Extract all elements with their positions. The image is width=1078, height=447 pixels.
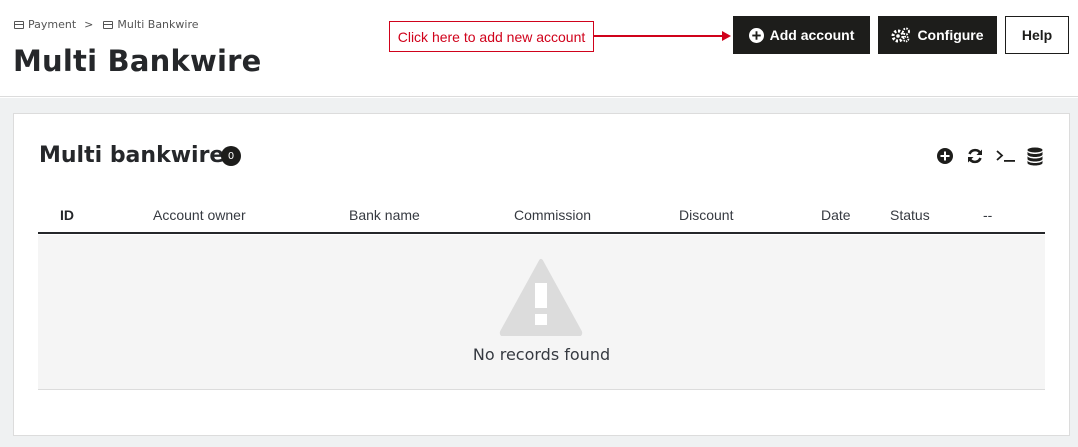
breadcrumb-item-payment[interactable]: Payment [28,18,76,31]
configure-button[interactable]: Configure [878,16,997,54]
column-header-bank-name[interactable]: Bank name [349,207,420,223]
column-header-discount[interactable]: Discount [679,207,733,223]
refresh-icon[interactable] [965,146,985,166]
record-count-badge: 0 [221,146,241,166]
help-label: Help [1021,27,1053,43]
table-header: ID Account owner Bank name Commission Di… [38,202,1045,234]
add-account-label: Add account [769,27,855,43]
database-icon[interactable] [1024,146,1046,166]
column-header-actions: -- [983,207,993,223]
configure-label: Configure [917,27,984,43]
breadcrumb-separator: > [84,18,94,31]
callout-arrow-line [594,35,726,37]
add-account-button[interactable]: Add account [733,16,870,54]
page-title: Multi Bankwire [13,44,262,78]
column-header-account-owner[interactable]: Account owner [153,207,246,223]
warning-icon [499,259,583,336]
terminal-icon[interactable] [994,146,1018,166]
gears-icon [891,27,911,43]
credit-card-icon [14,20,24,29]
column-header-commission[interactable]: Commission [514,207,591,223]
help-button[interactable]: Help [1005,16,1069,54]
callout-annotation: Click here to add new account [389,21,594,52]
add-circle-icon [748,27,764,43]
column-header-status[interactable]: Status [890,207,930,223]
page-header: Payment > Multi Bankwire Multi Bankwire … [0,0,1078,97]
credit-card-icon [103,20,114,29]
panel-title: Multi bankwire [39,143,225,168]
column-header-date[interactable]: Date [821,207,851,223]
breadcrumb-item-multi-bankwire[interactable]: Multi Bankwire [117,18,198,31]
callout-arrow-head [722,31,731,41]
column-header-id[interactable]: ID [60,207,74,223]
empty-state-message: No records found [472,345,611,364]
empty-state: No records found [38,235,1045,390]
breadcrumb: Payment > Multi Bankwire [14,18,199,31]
add-new-icon[interactable] [935,146,955,166]
multi-bankwire-panel: Multi bankwire 0 ID Account owner Bank n… [13,113,1070,436]
